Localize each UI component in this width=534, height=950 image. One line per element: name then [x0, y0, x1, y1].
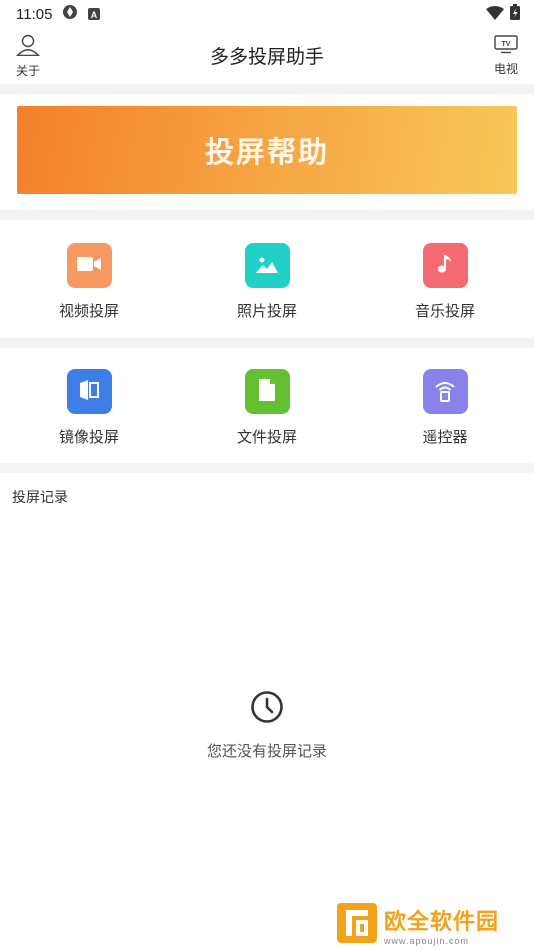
watermark: 欧全软件园 www.apoujin.com: [336, 902, 499, 948]
status-left: 11:05 A: [16, 4, 101, 24]
banner-label: 投屏帮助: [204, 135, 329, 169]
file-cast-label: 文件投屏: [236, 428, 297, 446]
app-notification-icon: [62, 4, 78, 24]
music-tile: [422, 243, 468, 288]
mirror-cast-label: 镜像投屏: [58, 428, 119, 446]
feature-row-1: 视频投屏 照片投屏 音乐投屏: [0, 243, 534, 321]
file-tile: [244, 369, 290, 414]
remote-icon: [433, 378, 457, 406]
remote-control-item[interactable]: 遥控器: [356, 369, 534, 447]
tv-icon: TV: [494, 34, 518, 58]
video-icon: [76, 254, 102, 278]
svg-text:A: A: [91, 10, 98, 20]
watermark-url: www.apoujin.com: [384, 936, 470, 946]
mirror-cast-item[interactable]: 镜像投屏: [0, 369, 178, 447]
empty-records-text: 您还没有投屏记录: [206, 742, 327, 760]
divider: [0, 338, 534, 348]
empty-state: 您还没有投屏记录: [0, 690, 534, 761]
watermark-brand: 欧全软件园: [384, 910, 500, 935]
a-notification-icon: A: [88, 5, 101, 24]
video-cast-item[interactable]: 视频投屏: [0, 243, 178, 321]
file-icon: [257, 378, 277, 406]
divider: [0, 463, 534, 473]
photo-cast-label: 照片投屏: [236, 302, 297, 320]
music-cast-label: 音乐投屏: [414, 302, 475, 320]
music-icon: [435, 253, 455, 279]
status-bar: 11:05 A: [0, 0, 534, 28]
remote-tile: [422, 369, 468, 414]
clock-icon: [250, 690, 284, 728]
file-cast-item[interactable]: 文件投屏: [178, 369, 356, 447]
watermark-logo-icon: [336, 902, 378, 948]
divider: [0, 210, 534, 220]
mirror-icon: [77, 379, 101, 405]
photo-icon: [254, 253, 280, 279]
photo-tile: [244, 243, 290, 288]
tv-label: 电视: [493, 62, 518, 76]
records-title: 投屏记录: [12, 490, 68, 506]
page-title: 多多投屏助手: [209, 46, 324, 68]
status-time: 11:05: [16, 5, 53, 23]
feature-row-2: 镜像投屏 文件投屏 遥控器: [0, 369, 534, 447]
mirror-tile: [66, 369, 112, 414]
cast-help-banner[interactable]: 投屏帮助: [17, 106, 517, 194]
app-header: 关于 多多投屏助手 TV 电视: [0, 28, 534, 82]
video-tile: [66, 243, 112, 288]
remote-control-label: 遥控器: [422, 428, 468, 446]
wifi-icon: [486, 5, 504, 24]
photo-cast-item[interactable]: 照片投屏: [178, 243, 356, 321]
status-right: [486, 4, 520, 24]
music-cast-item[interactable]: 音乐投屏: [356, 243, 534, 321]
svg-text:TV: TV: [502, 41, 511, 48]
divider: [0, 84, 534, 94]
video-cast-label: 视频投屏: [58, 302, 119, 320]
battery-icon: [510, 4, 520, 24]
watermark-text: 欧全软件园 www.apoujin.com: [384, 904, 499, 946]
tv-button[interactable]: TV 电视: [484, 34, 528, 77]
